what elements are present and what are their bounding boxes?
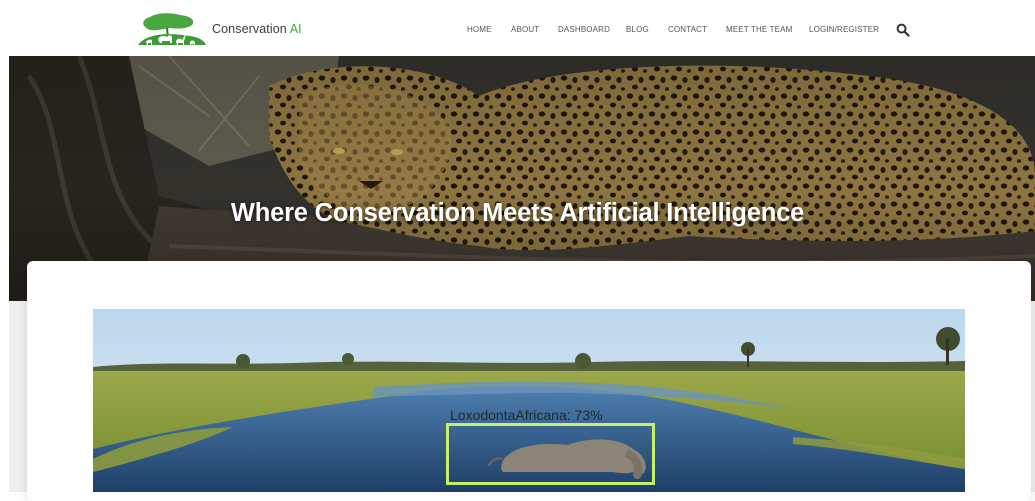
nav-item-blog[interactable]: BLOG [626, 25, 649, 34]
detection-label: LoxodontaAfricana: 73% [450, 407, 603, 423]
nav-item-contact[interactable]: CONTACT [668, 25, 707, 34]
site-header: Conservation AI HOME ABOUT DASHBOARD BLO… [0, 0, 1035, 56]
nav-item-login-register[interactable]: LOGIN/REGISTER [809, 25, 879, 34]
nav-item-dashboard[interactable]: DASHBOARD [558, 25, 610, 34]
main-nav: HOME ABOUT DASHBOARD BLOG CONTACT MEET T… [0, 0, 1035, 56]
hero-title: Where Conservation Meets Artificial Inte… [230, 199, 805, 227]
nav-item-home[interactable]: HOME [467, 25, 492, 34]
nav-item-meet-the-team[interactable]: MEET THE TEAM [726, 25, 792, 34]
nav-item-about[interactable]: ABOUT [511, 25, 539, 34]
search-icon[interactable] [896, 23, 910, 37]
detection-bounding-box [446, 423, 655, 485]
